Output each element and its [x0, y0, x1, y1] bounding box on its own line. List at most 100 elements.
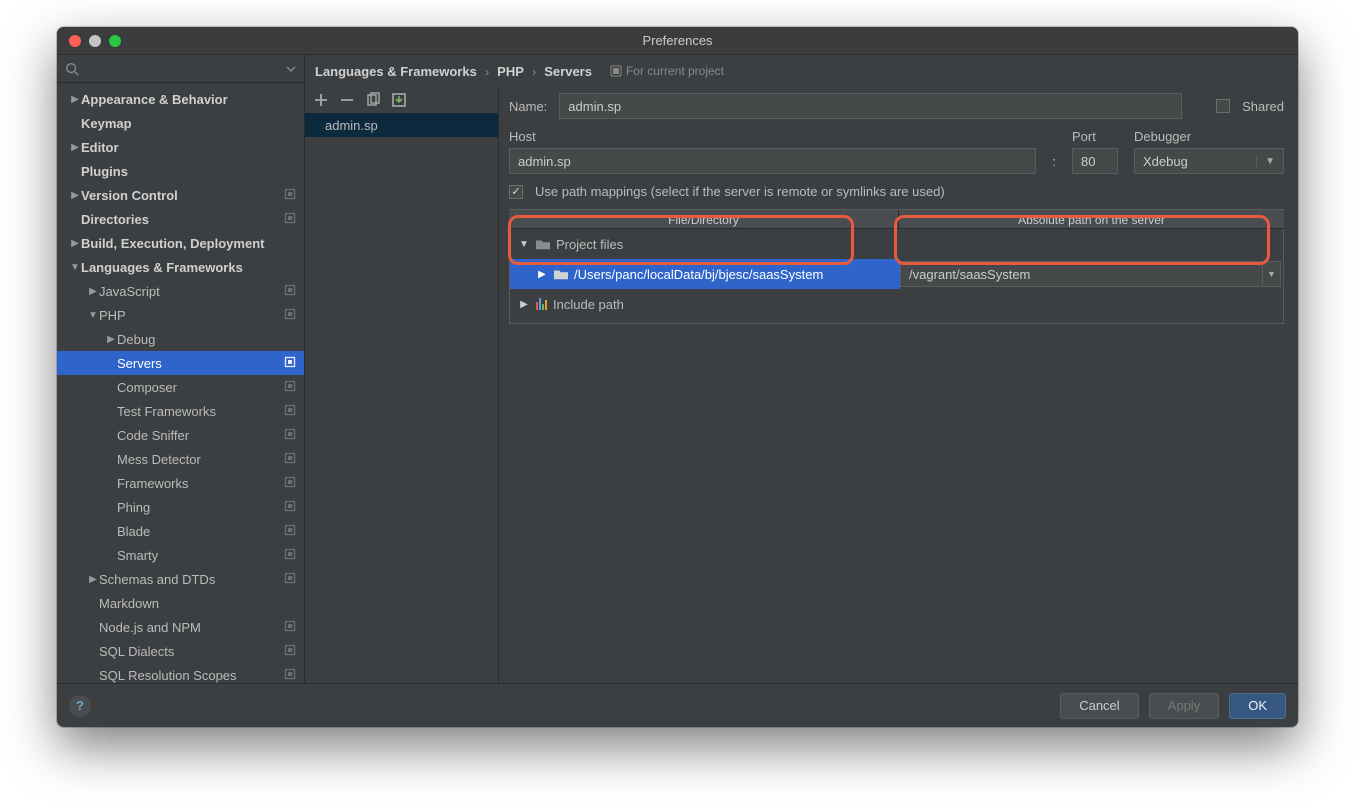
sidebar-item[interactable]: ▶Build, Execution, Deployment	[57, 231, 304, 255]
settings-sidebar: ▶Appearance & Behavior Keymap ▶EditorPlugi…	[57, 55, 305, 683]
sidebar-item[interactable]: Smarty	[57, 543, 304, 567]
table-row[interactable]: ▶ Include path	[510, 289, 1283, 319]
project-files-label: Project files	[556, 237, 623, 252]
project-scope-icon	[610, 65, 622, 77]
sidebar-item-label: Test Frameworks	[117, 404, 284, 419]
expand-arrow-icon[interactable]: ▼	[518, 239, 530, 250]
name-input[interactable]	[559, 93, 1182, 119]
folder-icon	[554, 268, 568, 280]
server-path-input[interactable]: /vagrant/saasSystem	[900, 261, 1263, 287]
sidebar-item[interactable]: ▶JavaScript	[57, 279, 304, 303]
expand-arrow-icon[interactable]: ▶	[536, 269, 548, 280]
sidebar-item-label: Debug	[117, 332, 298, 347]
path-mapping-table[interactable]: ▼ Project files ▶ /Users/p	[509, 229, 1284, 324]
col-absolute-path: Absolute path on the server	[899, 210, 1284, 228]
sidebar-item[interactable]: Directories	[57, 207, 304, 231]
apply-button[interactable]: Apply	[1149, 693, 1220, 719]
table-row[interactable]: ▶ /Users/panc/localData/bj/bjesc/saasSys…	[510, 259, 1283, 289]
settings-search[interactable]	[57, 55, 304, 83]
sidebar-item[interactable]: Keymap	[57, 111, 304, 135]
sidebar-item[interactable]: SQL Dialects	[57, 639, 304, 663]
breadcrumb-item[interactable]: Languages & Frameworks	[315, 64, 477, 79]
search-icon	[65, 62, 79, 76]
add-button[interactable]	[313, 92, 329, 108]
tree-arrow-icon[interactable]: ▼	[69, 262, 81, 273]
project-scope-icon	[284, 356, 298, 370]
sidebar-item[interactable]: Blade	[57, 519, 304, 543]
path-dropdown-button[interactable]: ▼	[1263, 261, 1281, 287]
project-scope-icon	[284, 620, 298, 634]
sidebar-item-label: Keymap	[81, 116, 298, 131]
tree-arrow-icon[interactable]: ▶	[69, 238, 81, 249]
sidebar-item[interactable]: ▶Schemas and DTDs	[57, 567, 304, 591]
project-scope-icon	[284, 212, 298, 226]
cancel-label: Cancel	[1079, 698, 1119, 713]
window-title: Preferences	[57, 33, 1298, 48]
settings-tree[interactable]: ▶Appearance & Behavior Keymap ▶EditorPlugi…	[57, 83, 304, 683]
server-list[interactable]: admin.sp	[305, 113, 498, 683]
sidebar-item-label: Servers	[117, 356, 284, 371]
current-project-indicator: For current project	[610, 64, 724, 78]
name-label: Name:	[509, 99, 547, 114]
search-input[interactable]	[83, 61, 282, 76]
tree-arrow-icon[interactable]: ▶	[69, 142, 81, 153]
project-scope-icon	[284, 428, 298, 442]
project-scope-icon	[284, 668, 298, 682]
help-button[interactable]: ?	[69, 695, 91, 717]
sidebar-item[interactable]: Code Sniffer	[57, 423, 304, 447]
debugger-select[interactable]: Xdebug ▼	[1134, 148, 1284, 174]
sidebar-item[interactable]: Phing	[57, 495, 304, 519]
port-input[interactable]	[1072, 148, 1118, 174]
col-file-directory: File/Directory	[509, 210, 899, 228]
sidebar-item[interactable]: ▼PHP	[57, 303, 304, 327]
project-scope-icon	[284, 284, 298, 298]
expand-arrow-icon[interactable]: ▶	[518, 299, 530, 310]
cancel-button[interactable]: Cancel	[1060, 693, 1138, 719]
debugger-label: Debugger	[1134, 129, 1284, 144]
sidebar-item[interactable]: ▶Debug	[57, 327, 304, 351]
sidebar-item[interactable]: Node.js and NPM	[57, 615, 304, 639]
server-form: Name: Shared Host : Port	[499, 87, 1298, 683]
ok-button[interactable]: OK	[1229, 693, 1286, 719]
sidebar-item[interactable]: Markdown	[57, 591, 304, 615]
sidebar-item[interactable]: Plugins	[57, 159, 304, 183]
use-path-mappings-checkbox[interactable]: ✓	[509, 185, 523, 199]
sidebar-item-label: SQL Dialects	[99, 644, 284, 659]
sidebar-item[interactable]: Servers	[57, 351, 304, 375]
import-button[interactable]	[391, 92, 407, 108]
tree-arrow-icon[interactable]: ▼	[87, 310, 99, 321]
sidebar-item[interactable]: ▶Appearance & Behavior	[57, 87, 304, 111]
sidebar-item[interactable]: SQL Resolution Scopes	[57, 663, 304, 683]
chevron-down-icon: ▼	[1267, 269, 1276, 279]
server-path-value: /vagrant/saasSystem	[909, 267, 1030, 282]
sidebar-item[interactable]: ▶Editor	[57, 135, 304, 159]
sidebar-item[interactable]: Composer	[57, 375, 304, 399]
sidebar-item-label: Blade	[117, 524, 284, 539]
table-row[interactable]: ▼ Project files	[510, 229, 1283, 259]
sidebar-item[interactable]: Test Frameworks	[57, 399, 304, 423]
current-project-label: For current project	[626, 64, 724, 78]
tree-arrow-icon[interactable]: ▶	[69, 94, 81, 105]
remove-button[interactable]	[339, 92, 355, 108]
project-scope-icon	[284, 452, 298, 466]
server-toolbar	[305, 87, 498, 113]
include-path-label: Include path	[553, 297, 624, 312]
sidebar-item[interactable]: ▶Version Control	[57, 183, 304, 207]
port-label: Port	[1072, 129, 1118, 144]
server-item[interactable]: admin.sp	[305, 113, 498, 137]
breadcrumb-item[interactable]: Servers	[544, 64, 592, 79]
shared-checkbox[interactable]	[1216, 99, 1230, 113]
tree-arrow-icon[interactable]: ▶	[69, 190, 81, 201]
project-scope-icon	[284, 644, 298, 658]
breadcrumb-item[interactable]: PHP	[497, 64, 524, 79]
sidebar-item-label: Languages & Frameworks	[81, 260, 298, 275]
copy-button[interactable]	[365, 92, 381, 108]
host-input[interactable]	[509, 148, 1036, 174]
tree-arrow-icon[interactable]: ▶	[87, 574, 99, 585]
sidebar-item[interactable]: Frameworks	[57, 471, 304, 495]
sidebar-item[interactable]: ▼Languages & Frameworks	[57, 255, 304, 279]
titlebar: Preferences	[57, 27, 1298, 55]
tree-arrow-icon[interactable]: ▶	[87, 286, 99, 297]
sidebar-item[interactable]: Mess Detector	[57, 447, 304, 471]
tree-arrow-icon[interactable]: ▶	[105, 334, 117, 345]
